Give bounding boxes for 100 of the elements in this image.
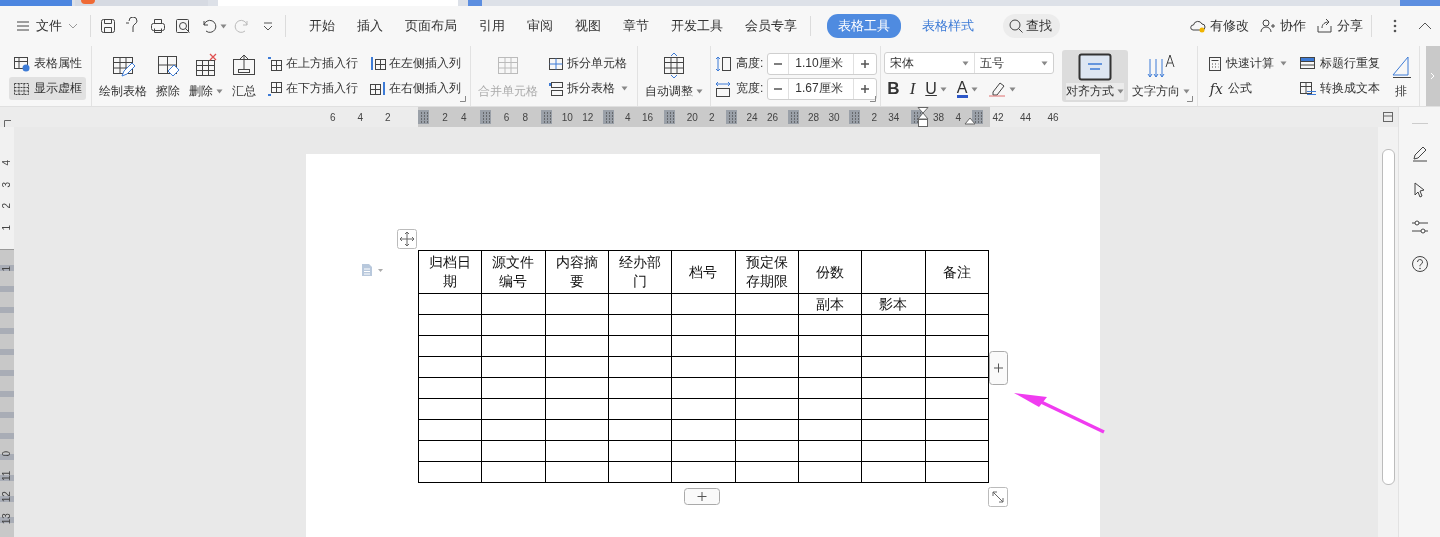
save-icon[interactable]: [99, 17, 117, 35]
column-marker-icon[interactable]: [725, 110, 737, 124]
toolbar-button[interactable]: 在右侧插入列: [366, 77, 465, 100]
column-marker-icon[interactable]: [541, 110, 553, 124]
column-marker-icon[interactable]: [972, 110, 984, 124]
toolbar-button[interactable]: 快速计算: [1203, 52, 1292, 75]
format-button[interactable]: B: [884, 78, 903, 100]
format-button[interactable]: U: [922, 78, 950, 100]
dialog-launcher-icon[interactable]: [1187, 96, 1194, 102]
ribbon-tab[interactable]: 开发工具: [660, 14, 734, 38]
toolbar-button[interactable]: 对齐方式: [1062, 50, 1129, 102]
toolbar-button[interactable]: 在左侧插入列: [366, 52, 465, 75]
ruler-number: 28: [808, 111, 820, 123]
toolbar-button[interactable]: 排: [1386, 50, 1417, 102]
action-button[interactable]: 有修改: [1189, 17, 1249, 35]
ribbon-tab[interactable]: 会员专享: [734, 14, 808, 38]
toolbar-button[interactable]: 表格属性: [9, 52, 86, 75]
ruler-number: 12: [582, 111, 594, 123]
toolbar-button[interactable]: 显示虚框: [9, 77, 86, 100]
spin-field[interactable]: 1.10厘米: [767, 52, 878, 75]
sliders-icon[interactable]: [1409, 217, 1430, 237]
resize-handle-icon[interactable]: [988, 487, 1008, 507]
table-text-icon: [1299, 80, 1318, 97]
calculator-icon: [1207, 55, 1224, 72]
ribbon-tab[interactable]: 插入: [346, 14, 394, 38]
search-icon: [1008, 18, 1024, 34]
format-button[interactable]: A: [953, 78, 981, 100]
ruler-number: 6: [503, 111, 510, 123]
ruler-number: 44: [1019, 111, 1033, 123]
add-row-icon[interactable]: [684, 488, 720, 505]
ruler-number: 4: [0, 158, 14, 168]
column-marker-icon[interactable]: [418, 110, 429, 124]
scrollbar-thumb[interactable]: [1382, 149, 1395, 485]
action-button[interactable]: 分享: [1316, 17, 1363, 35]
ruler-number: 13: [0, 511, 14, 526]
table-cell: 备注: [925, 250, 989, 294]
layout-icon[interactable]: [1382, 111, 1394, 123]
add-column-icon[interactable]: [989, 351, 1008, 385]
ruler-number: 46: [1046, 111, 1060, 123]
ruler-number: 34: [888, 111, 900, 123]
toolbar-button[interactable]: 在上方插入行: [263, 52, 362, 75]
toolbar-button[interactable]: 转换成文本: [1295, 77, 1385, 100]
toolbar-button[interactable]: 文字方向: [1128, 50, 1195, 102]
ribbon-tab[interactable]: 表格样式: [911, 14, 985, 38]
font-name-dropdown[interactable]: 宋体: [885, 53, 976, 73]
toolbar-button[interactable]: 在下方插入行: [263, 77, 362, 100]
toolbar-button[interactable]: 绘制表格: [95, 50, 151, 102]
ribbon-tab[interactable]: 视图: [564, 14, 612, 38]
ruler-number: 4: [356, 111, 365, 123]
toolbar-button[interactable]: 自动调整: [641, 50, 707, 102]
file-menu-button[interactable]: 文件: [12, 13, 82, 39]
toolbar-button[interactable]: 拆分表格: [544, 77, 632, 100]
table-delete-icon: [193, 53, 219, 79]
column-marker-icon[interactable]: [787, 110, 799, 124]
indent-marker-icon[interactable]: [917, 107, 929, 127]
toolbar-button[interactable]: 汇总: [227, 50, 261, 102]
toolbar-button[interactable]: fx 公式: [1203, 77, 1292, 100]
table-cell: 档号: [671, 250, 736, 294]
ruler-number: 4: [460, 111, 467, 123]
column-marker-icon[interactable]: [664, 110, 676, 124]
ruler-number: 4: [625, 111, 631, 123]
tab-stop-icon[interactable]: [3, 119, 11, 127]
ribbon-tab[interactable]: 审阅: [516, 14, 564, 38]
ruler-number: 3: [0, 180, 14, 190]
insert-column-icon: [370, 55, 386, 72]
help-icon[interactable]: [1409, 254, 1430, 274]
ribbon-tab[interactable]: 引用: [468, 14, 516, 38]
ruler-number: 2: [442, 111, 448, 123]
person-add-icon: [1259, 17, 1277, 35]
dialog-launcher-icon[interactable]: [870, 96, 877, 102]
move-handle-icon[interactable]: [397, 229, 417, 249]
insert-row-icon: [267, 80, 283, 97]
ribbon-tab[interactable]: 章节: [612, 14, 660, 38]
column-marker-icon[interactable]: [849, 110, 861, 124]
print-icon[interactable]: [149, 17, 167, 35]
toolbar-button[interactable]: 拆分单元格: [544, 52, 632, 75]
font-size-dropdown[interactable]: 五号: [975, 53, 1054, 73]
print-preview-icon[interactable]: [174, 17, 192, 35]
caret-icon: [220, 23, 227, 29]
column-marker-icon[interactable]: [479, 110, 491, 124]
ruler-number: 20: [686, 111, 698, 123]
toolbar-button[interactable]: 擦除: [151, 50, 185, 102]
ribbon-tab[interactable]: 页面布局: [394, 14, 468, 38]
autofit-icon: [661, 53, 687, 79]
table-cell: 副本: [798, 293, 862, 315]
ribbon-tab[interactable]: 开始: [298, 14, 346, 38]
dialog-launcher-icon[interactable]: [460, 96, 466, 102]
search-button[interactable]: 查找: [1003, 14, 1060, 38]
action-button[interactable]: 协作: [1259, 17, 1306, 35]
toolbar-button[interactable]: 标题行重复: [1295, 52, 1385, 75]
browser-tab[interactable]: [75, 0, 208, 6]
column-width-icon: [714, 79, 732, 98]
table-cell: 经办部门: [608, 250, 672, 294]
format-button[interactable]: I: [906, 78, 919, 100]
spin-field[interactable]: 1.67厘米: [767, 77, 878, 100]
ruler-number: 11: [0, 469, 14, 483]
toolbar-button[interactable]: 删除: [185, 50, 227, 102]
column-marker-icon[interactable]: [602, 110, 614, 124]
field-label: 高度:: [736, 55, 764, 72]
indent-marker-icon[interactable]: [964, 117, 976, 125]
